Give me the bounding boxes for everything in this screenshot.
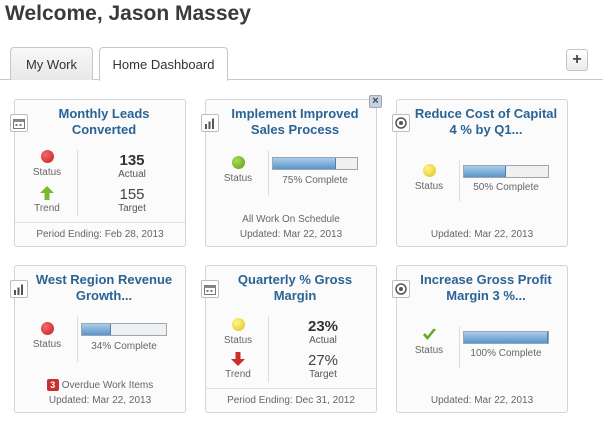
divider [77,150,78,216]
close-icon[interactable]: × [369,95,382,108]
actual-value: 23% [307,318,339,335]
trend-label: Trend [34,203,60,214]
progress-bar [463,165,549,178]
divider [459,160,460,202]
down-arrow-icon [214,352,262,369]
kpi-card-monthly-leads: Monthly Leads Converted Status Trend 135… [10,99,186,247]
card-footer: Updated: Mar 22, 2013 [239,228,343,240]
kpi-card-cost-of-capital: Reduce Cost of Capital 4 % by Q1... Stat… [392,99,568,247]
status-label: Status [414,345,444,356]
progress-label: 100% Complete [470,348,542,359]
status-yellow-icon [231,318,245,331]
card-footer: Updated: Mar 22, 2013 [430,394,534,406]
actual-label: Actual [309,335,337,346]
status-yellow-icon [422,164,436,177]
status-label: Status [32,339,62,350]
calendar-icon [201,280,219,298]
target-value: 155 [119,186,145,203]
divider [268,150,269,196]
divider [268,316,269,382]
target-icon [392,114,410,132]
progress-fill [464,332,548,343]
target-icon [392,280,410,298]
card-title[interactable]: Increase Gross Profit Margin 3 %... [411,272,561,304]
checkmark-icon [405,328,453,345]
kpi-card-west-region: West Region Revenue Growth... Status 34%… [10,265,186,413]
add-widget-button[interactable]: + [566,49,588,71]
card-title[interactable]: Implement Improved Sales Process [220,106,370,138]
page-title: Welcome, Jason Massey [5,2,251,25]
card-title[interactable]: Monthly Leads Converted [29,106,179,138]
card-footer: Period Ending: Dec 31, 2012 [206,388,376,412]
actual-label: Actual [118,169,146,180]
card-footer: Updated: Mar 22, 2013 [48,394,152,406]
tab-my-work[interactable]: My Work [10,47,93,80]
status-red-icon [40,322,54,335]
card-title[interactable]: West Region Revenue Growth... [29,272,179,304]
progress-fill [273,158,336,169]
status-label: Status [223,173,253,184]
progress-label: 34% Complete [91,341,157,352]
kpi-card-quarterly-margin: Quarterly % Gross Margin Status Trend 23… [201,265,377,413]
progress-bar [272,157,358,170]
status-label: Status [414,181,444,192]
actual-value: 135 [119,152,145,169]
calendar-icon [10,114,28,132]
tab-bar: My Work Home Dashboard [0,47,603,81]
progress-fill [82,324,111,335]
status-label: Status [223,335,253,346]
bar-chart-icon [10,280,28,298]
up-arrow-icon [23,186,71,203]
progress-fill [464,166,506,177]
divider [77,316,78,362]
bar-chart-icon [201,114,219,132]
card-footer: Period Ending: Feb 28, 2013 [15,222,185,246]
status-red-icon [40,150,54,163]
progress-bar [81,323,167,336]
status-green-icon [231,156,245,169]
progress-label: 50% Complete [473,182,539,193]
progress-label: 75% Complete [282,175,348,186]
card-footer: Updated: Mar 22, 2013 [430,228,534,240]
tab-home-dashboard[interactable]: Home Dashboard [99,47,228,81]
kpi-card-improved-sales: Implement Improved Sales Process Status … [201,99,377,247]
card-title[interactable]: Reduce Cost of Capital 4 % by Q1... [411,106,561,138]
divider [459,326,460,368]
kpi-card-gross-profit: Increase Gross Profit Margin 3 %... Stat… [392,265,568,413]
target-value: 27% [307,352,339,369]
card-title[interactable]: Quarterly % Gross Margin [220,272,370,304]
progress-bar [463,331,549,344]
target-label: Target [118,203,146,214]
status-label: Status [32,167,62,178]
target-label: Target [309,369,337,380]
trend-label: Trend [225,369,251,380]
